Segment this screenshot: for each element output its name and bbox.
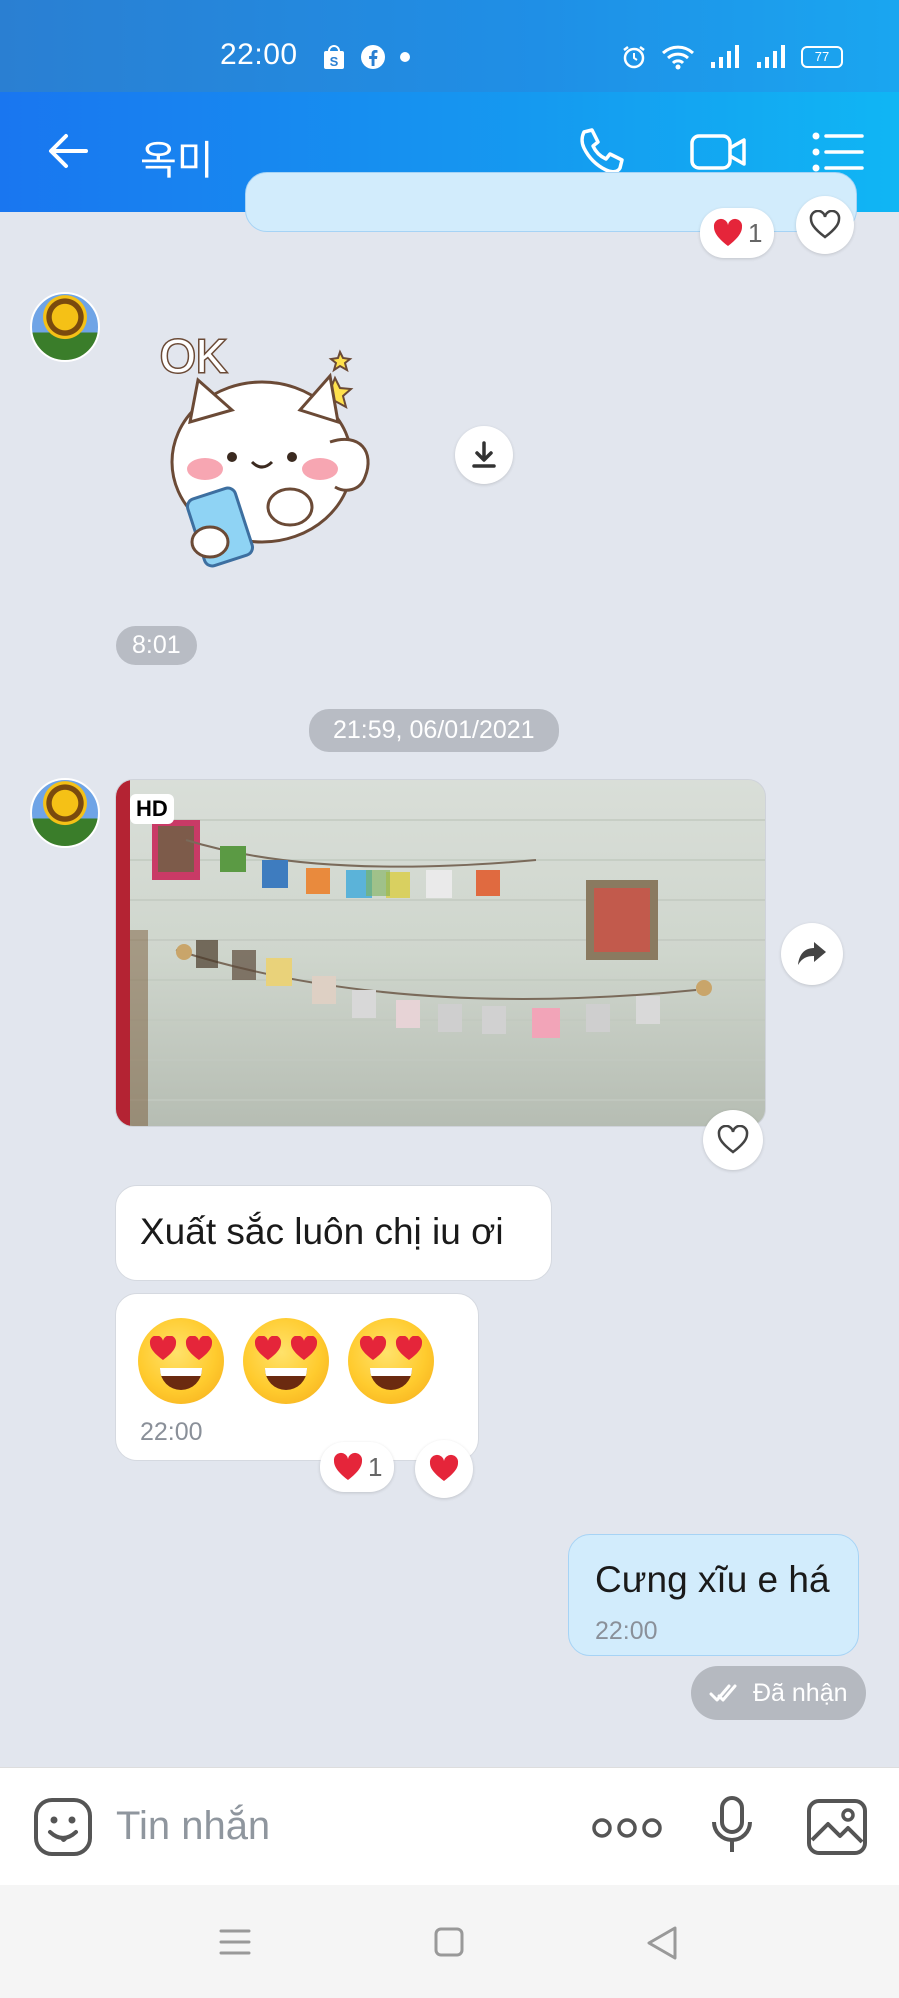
facebook-icon	[361, 45, 385, 69]
photo-wall-image	[116, 780, 765, 1126]
recent-apps-icon[interactable]	[218, 1927, 252, 1957]
heart-eyes-emoji	[243, 1318, 329, 1404]
photo-message[interactable]: HD	[115, 779, 766, 1127]
heart-eyes-emoji	[348, 1318, 434, 1404]
forward-button[interactable]	[781, 923, 843, 985]
message-text: Xuất sắc luôn chị iu ơi	[140, 1211, 504, 1252]
microphone-icon[interactable]	[708, 1794, 756, 1858]
status-bar: 22:00 S 77	[0, 0, 899, 92]
heart-eyes-emoji	[138, 1318, 224, 1404]
dot-icon	[400, 52, 410, 62]
system-nav-bar	[0, 1885, 899, 1998]
sticker-message[interactable]: OK	[150, 322, 410, 572]
sticker-time: 8:01	[116, 626, 197, 665]
alarm-icon	[623, 46, 645, 69]
svg-text:S: S	[330, 54, 339, 69]
double-check-icon	[709, 1684, 737, 1702]
status-text: Đã nhận	[753, 1678, 848, 1707]
sticker-emoji-icon[interactable]	[32, 1796, 94, 1858]
avatar[interactable]	[30, 292, 100, 362]
share-arrow-icon	[798, 942, 826, 965]
date-separator: 21:59, 06/01/2021	[309, 709, 559, 752]
react-button[interactable]	[796, 196, 854, 254]
status-time: 22:00	[220, 38, 298, 71]
back-arrow-icon[interactable]	[44, 126, 94, 176]
outgoing-message-bubble[interactable]: Cưng xĩu e há 22:00	[568, 1534, 859, 1656]
signal-icon	[711, 45, 739, 68]
heart-icon	[713, 218, 743, 246]
wifi-icon	[661, 45, 695, 70]
more-options-icon[interactable]	[592, 1816, 662, 1840]
back-nav-icon[interactable]	[645, 1925, 679, 1961]
cat-ok-sticker: OK	[159, 329, 370, 568]
incoming-message-bubble[interactable]: Xuất sắc luôn chị iu ơi	[115, 1185, 552, 1281]
message-time: 22:00	[140, 1418, 203, 1446]
react-button[interactable]	[415, 1440, 473, 1498]
heart-icon	[429, 1454, 459, 1481]
reaction-summary[interactable]: 1	[700, 208, 775, 258]
emoji-message-bubble[interactable]: 😍😍😍 22:00	[115, 1293, 479, 1461]
react-button[interactable]	[703, 1110, 763, 1170]
battery-icon: 77	[801, 46, 843, 68]
heart-outline-icon	[809, 210, 841, 239]
avatar[interactable]	[30, 778, 100, 848]
image-gallery-icon[interactable]	[806, 1798, 868, 1856]
reaction-count: 1	[368, 1451, 383, 1482]
message-time: 22:00	[595, 1617, 658, 1645]
message-input[interactable]: Tin nhắn	[116, 1804, 270, 1849]
shop-icon: S	[324, 45, 344, 69]
download-button[interactable]	[455, 426, 513, 484]
heart-icon	[333, 1452, 363, 1480]
reaction-count: 1	[748, 217, 763, 248]
contact-name[interactable]: 옥미	[140, 128, 214, 186]
reaction-summary[interactable]: 1	[320, 1442, 395, 1492]
download-icon	[472, 441, 496, 468]
delivery-status: Đã nhận	[691, 1666, 866, 1720]
heart-outline-icon	[717, 1125, 749, 1154]
message-list[interactable]: 1 OK 8:01 21:59, 06/01/2021 HD Xuất sắc …	[0, 172, 899, 1767]
hd-badge: HD	[130, 794, 174, 824]
message-input-bar: Tin nhắn	[0, 1767, 899, 1885]
signal-icon	[757, 45, 785, 68]
home-icon[interactable]	[433, 1926, 465, 1958]
message-text: Cưng xĩu e há	[595, 1559, 830, 1600]
sticker-caption: OK	[160, 330, 227, 382]
